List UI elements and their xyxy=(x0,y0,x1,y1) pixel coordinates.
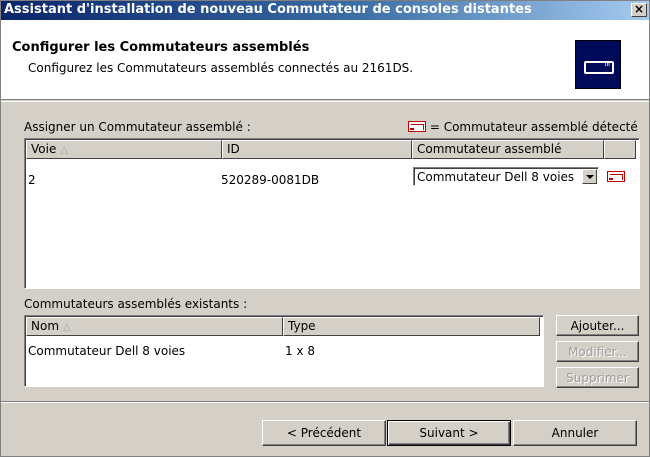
window-title: Assistant d'installation de nouveau Comm… xyxy=(4,2,532,17)
row-id: 520289-0081DB xyxy=(221,173,320,187)
switch-type-dropdown[interactable]: Commutateur Dell 8 voies xyxy=(413,167,599,186)
sort-ascending-icon: △ xyxy=(63,322,71,333)
delete-button[interactable]: Supprimer xyxy=(556,367,639,388)
page-subtitle: Configurez les Commutateurs assemblés co… xyxy=(28,61,414,75)
row-voie: 2 xyxy=(28,173,36,187)
previous-button[interactable]: < Précédent xyxy=(262,420,386,446)
header-divider xyxy=(1,101,649,102)
column-header-type[interactable]: Type xyxy=(283,317,540,336)
detected-switch-icon xyxy=(607,171,625,182)
title-bar: Assistant d'installation de nouveau Comm… xyxy=(1,1,649,20)
add-button[interactable]: Ajouter... xyxy=(556,315,639,336)
column-header-voie[interactable]: Voie △ xyxy=(26,140,222,159)
column-header-nom[interactable]: Nom △ xyxy=(26,317,283,336)
page-title: Configurer les Commutateurs assemblés xyxy=(12,40,310,55)
wizard-header: Configurer les Commutateurs assemblés Co… xyxy=(1,20,649,100)
detected-legend-text: = Commutateur assemblé détecté xyxy=(429,120,638,134)
close-button[interactable]: × xyxy=(631,3,647,17)
existing-label: Commutateurs assemblés existants : xyxy=(24,297,248,311)
modify-button[interactable]: Modifier... xyxy=(556,341,639,362)
chevron-down-icon[interactable] xyxy=(582,169,597,184)
assign-label: Assigner un Commutateur assemblé : xyxy=(24,120,251,134)
detected-legend: = Commutateur assemblé détecté xyxy=(408,120,638,134)
switch-type-value: Commutateur Dell 8 voies xyxy=(417,170,575,184)
detected-switch-icon xyxy=(408,121,426,132)
assign-table[interactable]: Voie △ ID Commutateur assemblé 2 520289-0… xyxy=(24,138,640,289)
cancel-button[interactable]: Annuler xyxy=(513,420,637,446)
switch-device-icon xyxy=(575,40,621,89)
sort-ascending-icon: △ xyxy=(60,145,69,156)
footer-divider-highlight xyxy=(1,402,649,403)
column-header-status[interactable] xyxy=(604,140,636,159)
existing-table[interactable]: Nom △ Type Commutateur Dell 8 voies 1 x 8 xyxy=(24,315,544,387)
column-header-switch[interactable]: Commutateur assemblé xyxy=(412,140,604,159)
wizard-window: Assistant d'installation de nouveau Comm… xyxy=(0,0,650,457)
existing-row-type: 1 x 8 xyxy=(285,344,315,358)
column-header-id[interactable]: ID xyxy=(222,140,412,159)
existing-row-name[interactable]: Commutateur Dell 8 voies xyxy=(28,344,185,358)
next-button[interactable]: Suivant > xyxy=(387,420,511,446)
